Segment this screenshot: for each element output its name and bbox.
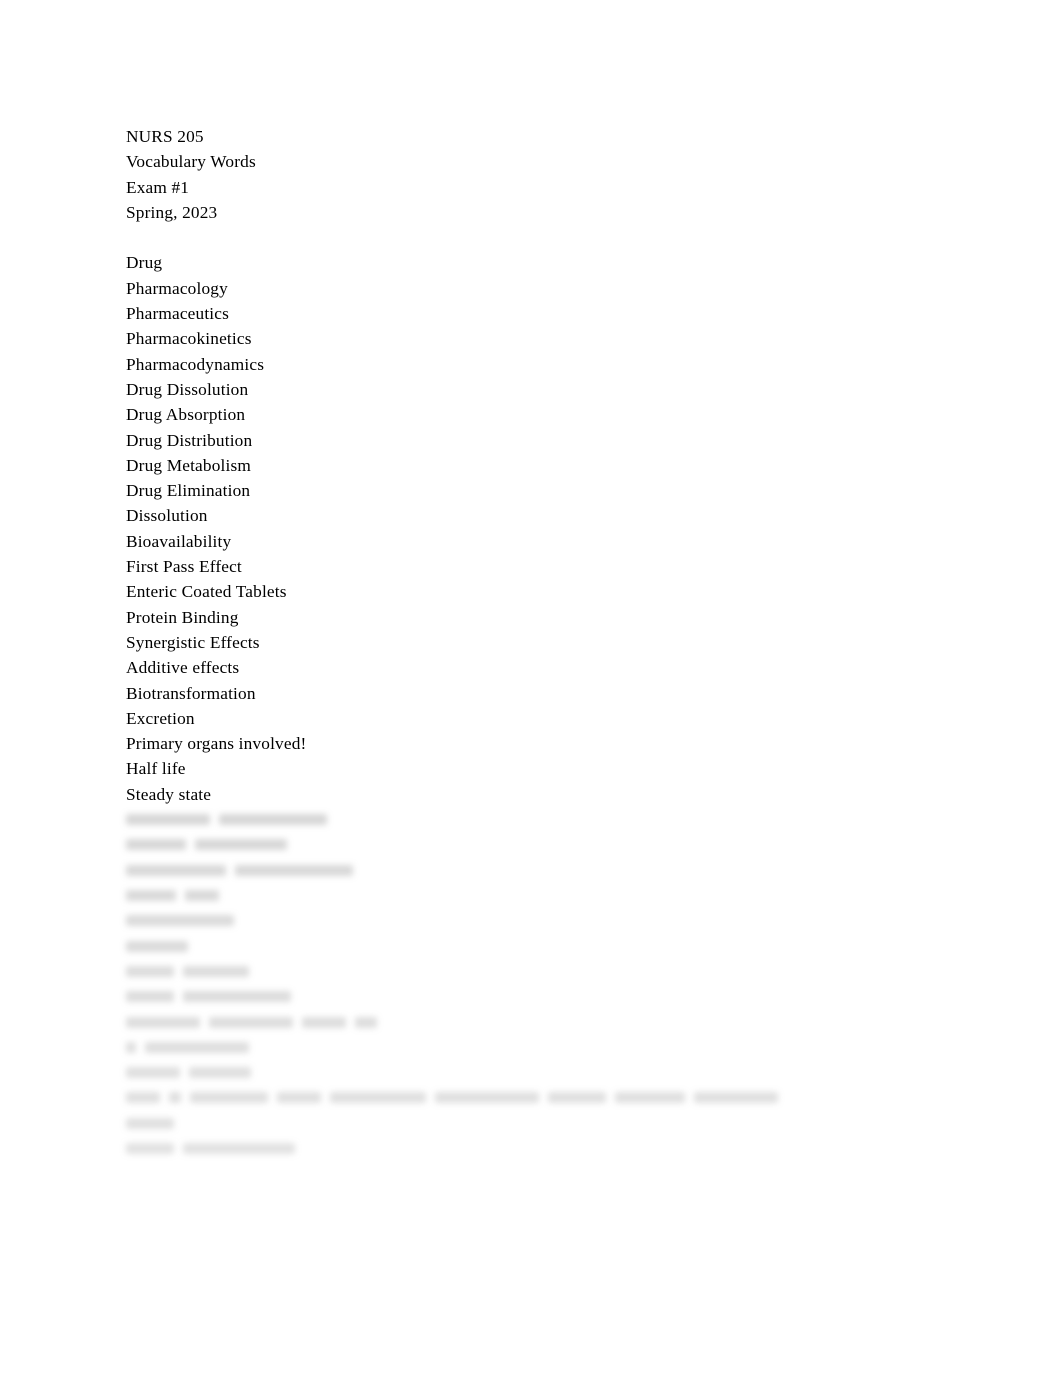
vocab-term-obscured [126, 832, 946, 857]
vocab-term: Additive effects [126, 658, 240, 678]
obscured-word-mark [126, 1067, 180, 1079]
obscured-word-mark [277, 1092, 321, 1104]
vocab-term-obscured [126, 807, 946, 832]
vocab-term: Drug [126, 253, 163, 273]
obscured-word-mark [190, 1092, 268, 1104]
obscured-word-mark [126, 839, 186, 851]
document-text-body: NURS 205 Vocabulary Words Exam #1 Spring… [126, 124, 946, 1161]
vocab-term-obscured [126, 1136, 946, 1161]
obscured-word-mark [126, 1016, 200, 1028]
vocab-term: Excretion [126, 708, 195, 728]
obscured-word-mark [189, 1067, 251, 1079]
obscured-word-mark [145, 1041, 249, 1053]
vocab-term: Bioavailability [126, 531, 232, 551]
vocab-term-obscured [126, 883, 946, 908]
obscured-word-mark [126, 1117, 174, 1129]
obscured-word-mark [219, 814, 327, 826]
obscured-word-mark [209, 1016, 293, 1028]
obscured-word-mark [185, 890, 219, 902]
obscured-word-mark [126, 915, 234, 927]
vocab-term: Steady state [126, 784, 212, 804]
vocab-term: Pharmacokinetics [126, 329, 252, 349]
obscured-word-mark [126, 1041, 136, 1053]
obscured-word-mark [235, 864, 353, 876]
vocab-term-obscured [126, 934, 946, 959]
vocab-term: Pharmacodynamics [126, 354, 265, 374]
obscured-word-mark [126, 890, 176, 902]
vocab-term: Pharmacology [126, 278, 228, 298]
obscured-word-mark [548, 1092, 606, 1104]
obscured-word-mark [126, 1143, 174, 1155]
vocab-term-obscured [126, 908, 946, 933]
obscured-word-mark [183, 991, 291, 1003]
vocab-term-obscured [126, 984, 946, 1009]
obscured-word-mark [126, 940, 188, 952]
obscured-word-mark [355, 1016, 377, 1028]
vocab-term-obscured-long [126, 1085, 946, 1110]
vocab-term-obscured [126, 1035, 946, 1060]
vocab-term: Drug Elimination [126, 481, 251, 501]
blank-separator-line [126, 225, 946, 250]
vocab-term: Half life [126, 759, 186, 779]
obscured-word-mark [169, 1092, 181, 1104]
obscured-word-mark [126, 864, 226, 876]
vocab-term: Drug Dissolution [126, 379, 249, 399]
document-page: NURS 205 Vocabulary Words Exam #1 Spring… [0, 0, 1062, 1377]
vocab-term: Biotransformation [126, 683, 256, 703]
obscured-word-mark [126, 814, 210, 826]
document-title-line: Vocabulary Words [126, 152, 256, 172]
obscured-word-mark [615, 1092, 685, 1104]
vocab-term: Enteric Coated Tablets [126, 582, 287, 602]
obscured-word-mark [435, 1092, 539, 1104]
vocab-term-obscured [126, 858, 946, 883]
vocab-term: Drug Metabolism [126, 455, 251, 475]
course-code-line: NURS 205 [126, 127, 204, 146]
vocab-term-obscured-wrap [126, 1111, 946, 1136]
obscured-word-mark [330, 1092, 426, 1104]
vocab-term-obscured [126, 959, 946, 984]
obscured-word-mark [183, 1143, 295, 1155]
exam-number-line: Exam #1 [126, 177, 190, 197]
obscured-word-mark [126, 1092, 160, 1104]
obscured-word-mark [183, 965, 249, 977]
obscured-word-mark [302, 1016, 346, 1028]
vocab-term-obscured [126, 1009, 946, 1034]
vocab-term: Drug Distribution [126, 430, 253, 450]
term-line: Spring, 2023 [126, 202, 218, 222]
obscured-word-mark [126, 965, 174, 977]
vocab-term-obscured [126, 1060, 946, 1085]
vocab-term: Dissolution [126, 506, 208, 526]
vocab-term: Drug Absorption [126, 405, 246, 425]
vocab-term: Primary organs involved! [126, 734, 307, 754]
obscured-word-mark [694, 1092, 778, 1104]
obscured-word-mark [195, 839, 287, 851]
vocab-term: First Pass Effect [126, 557, 242, 577]
obscured-word-mark [126, 991, 174, 1003]
vocab-term: Protein Binding [126, 607, 239, 627]
vocab-term: Pharmaceutics [126, 304, 230, 324]
vocab-term: Synergistic Effects [126, 632, 260, 652]
